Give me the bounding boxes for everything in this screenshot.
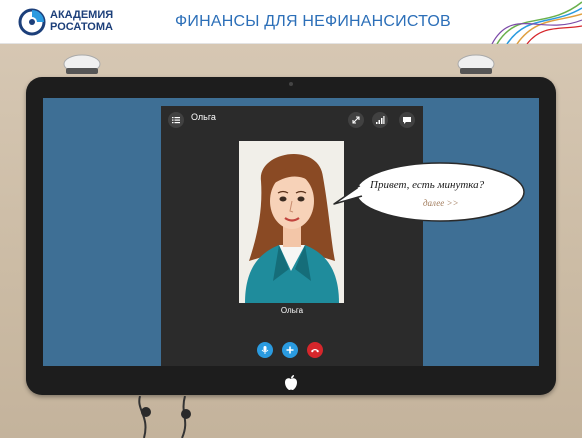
chat-icon <box>403 117 411 124</box>
signal-button[interactable] <box>372 112 388 128</box>
fullscreen-button[interactable] <box>348 112 364 128</box>
logo-text: АКАДЕМИЯ РОСАТОМА <box>50 9 113 33</box>
add-icon <box>286 346 294 354</box>
left-camera-decoration <box>63 54 101 74</box>
speech-bubble <box>333 162 525 222</box>
hangup-icon <box>311 349 319 353</box>
monitor: Ольга Ольга <box>26 77 556 395</box>
decorative-lines <box>491 1 582 44</box>
speech-bubble-text: Привет, есть минутка? <box>370 179 485 191</box>
caller-portrait <box>239 141 344 303</box>
header-bar: АКАДЕМИЯ РОСАТОМА ФИНАНСЫ ДЛЯ НЕФИНАНСИС… <box>0 0 582 44</box>
video-call-window: Ольга Ольга <box>161 106 423 366</box>
chat-button[interactable] <box>399 112 415 128</box>
logo-line-2: РОСАТОМА <box>50 21 113 33</box>
list-icon <box>172 117 180 124</box>
desk-cables <box>138 396 191 438</box>
next-link[interactable]: далее >> <box>423 198 459 208</box>
fullscreen-icon <box>352 116 360 124</box>
hangup-button[interactable] <box>307 342 323 358</box>
rosatom-logo-icon <box>18 8 46 36</box>
monitor-screen: Ольга Ольга <box>43 98 539 366</box>
page-title: ФИНАНСЫ ДЛЯ НЕФИНАНСИСТОВ <box>175 13 451 30</box>
right-camera-decoration <box>457 54 495 74</box>
menu-button[interactable] <box>168 112 184 128</box>
webcam-dot <box>289 82 293 86</box>
microphone-button[interactable] <box>257 342 273 358</box>
caller-name: Ольга <box>191 112 216 122</box>
caller-name-label: Ольга <box>280 306 304 315</box>
logo-line-1: АКАДЕМИЯ <box>50 9 114 21</box>
signal-icon <box>376 116 385 124</box>
add-participant-button[interactable] <box>282 342 298 358</box>
caller-video <box>239 141 344 303</box>
microphone-icon <box>261 346 269 354</box>
apple-logo-icon <box>285 375 297 390</box>
